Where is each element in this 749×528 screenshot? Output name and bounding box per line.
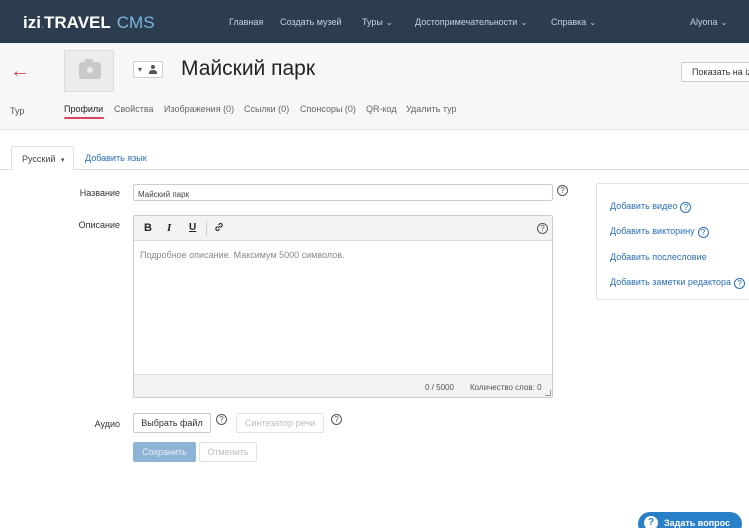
help-icon[interactable]: ? [537, 223, 548, 234]
add-afterword-link[interactable]: Добавить послесловие [610, 252, 707, 262]
chevron-down-icon: ⌄ [385, 18, 393, 27]
ask-question-button[interactable]: ? Задать вопрос [638, 512, 742, 528]
add-video-link[interactable]: Добавить видео? [610, 201, 692, 213]
caret-down-icon: ▾ [138, 65, 143, 74]
extras-panel: Добавить видео? Добавить викторину? Доба… [596, 183, 749, 300]
add-language-link[interactable]: Добавить язык [85, 153, 147, 163]
tour-header: ← Тур ▾ Майский парк Показать на izi.TRA… [0, 43, 749, 130]
tour-photo-placeholder[interactable] [64, 50, 114, 92]
nav-item-tours[interactable]: Туры ⌄ [362, 17, 393, 27]
ask-question-label: Задать вопрос [664, 518, 731, 528]
save-button[interactable]: Сохранить [133, 442, 196, 462]
top-navigation: izi.TRAVEL CMS Главная Создать музей Туры… [0, 0, 749, 43]
speech-synth-button[interactable]: Синтезатор речи [236, 413, 324, 433]
help-icon[interactable]: ? [331, 414, 342, 425]
nav-item-help[interactable]: Справка ⌄ [551, 17, 596, 27]
word-count: Количество слов: 0 [470, 383, 542, 392]
nav-item-create-museum[interactable]: Создать музей [280, 17, 342, 27]
tab-sponsors[interactable]: Спонсоры (0) [300, 104, 356, 114]
link-label: Добавить заметки редактора [610, 277, 732, 287]
add-editor-notes-link[interactable]: Добавить заметки редактора? [610, 277, 746, 289]
tab-links[interactable]: Ссылки (0) [244, 104, 289, 114]
logo-travel: TRAVEL [44, 13, 111, 32]
help-icon[interactable]: ? [697, 227, 709, 238]
chevron-down-icon: ⌄ [589, 18, 597, 27]
tab-delete-tour[interactable]: Удалить тур [406, 104, 457, 114]
camera-icon [79, 59, 101, 79]
description-label: Описание [78, 220, 120, 230]
editor-toolbar: B I U ? [134, 216, 552, 241]
tab-properties[interactable]: Свойства [114, 104, 154, 114]
show-on-izi-button[interactable]: Показать на izi.TRAVEL [681, 62, 749, 82]
user-name: Alyona [690, 17, 718, 27]
back-label: Тур [10, 106, 25, 116]
cancel-button[interactable]: Отменить [199, 442, 257, 462]
language-selector[interactable]: Русский ▾ [11, 146, 74, 171]
help-icon[interactable]: ? [216, 414, 227, 425]
izi-travel-logo[interactable]: izi.TRAVEL CMS [23, 13, 155, 33]
language-label: Русский [22, 154, 56, 164]
language-tabs: Русский ▾ Добавить язык [0, 146, 749, 171]
underline-button[interactable]: U [189, 222, 196, 233]
chevron-down-icon: ⌄ [720, 18, 728, 27]
nav-item-home[interactable]: Главная [229, 17, 263, 27]
user-menu[interactable]: Alyona ⌄ [690, 17, 727, 27]
logo-izi: izi [23, 13, 41, 32]
editor-footer: 0 / 5000 Количество слов: 0 [134, 374, 552, 397]
question-icon: ? [644, 516, 658, 528]
tab-images[interactable]: Изображения (0) [164, 104, 234, 114]
help-icon[interactable]: ? [680, 202, 692, 213]
page-title: Майский парк [181, 57, 316, 80]
logo-cms: CMS [116, 13, 155, 32]
chevron-down-icon: ⌄ [520, 18, 528, 27]
link-icon[interactable] [213, 221, 225, 236]
bold-button[interactable]: B [144, 222, 152, 234]
help-icon[interactable]: ? [557, 185, 568, 196]
tab-profiles[interactable]: Профили [64, 104, 103, 114]
name-label: Название [79, 188, 120, 198]
name-input[interactable] [133, 184, 553, 201]
link-label: Добавить видео [610, 201, 678, 211]
description-placeholder: Подробное описание. Максимум 5000 символ… [140, 250, 345, 260]
help-icon[interactable]: ? [734, 278, 746, 289]
audio-label: Аудио [94, 419, 120, 429]
link-label: Добавить викторину [610, 226, 695, 236]
nav-item-attractions[interactable]: Достопримечательности ⌄ [415, 17, 527, 27]
nav-label: Главная [229, 17, 264, 27]
caret-down-icon: ▾ [60, 157, 65, 164]
nav-label: Справка [551, 17, 587, 27]
person-icon [148, 65, 158, 75]
tour-type-dropdown[interactable]: ▾ [133, 61, 163, 78]
nav-label: Достопримечательности [415, 17, 518, 27]
nav-label: Создать музей [280, 17, 342, 27]
description-editor[interactable]: B I U ? Подробное описание. Максимум 500… [133, 215, 553, 398]
tab-qr-code[interactable]: QR-код [366, 104, 397, 114]
link-label: Добавить послесловие [610, 252, 707, 262]
add-quiz-link[interactable]: Добавить викторину? [610, 226, 709, 238]
resize-handle[interactable] [545, 390, 551, 396]
back-arrow-icon[interactable]: ← [10, 60, 30, 83]
active-tab-indicator [64, 117, 104, 119]
char-count: 0 / 5000 [425, 383, 454, 392]
italic-button[interactable]: I [167, 222, 171, 234]
toolbar-divider [206, 221, 207, 236]
nav-label: Туры [362, 17, 383, 27]
choose-file-button[interactable]: Выбрать файл [133, 413, 211, 433]
